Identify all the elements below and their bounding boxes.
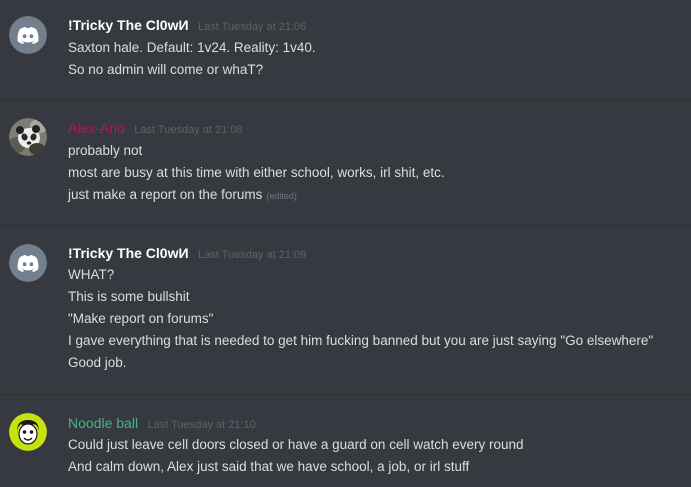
timestamp[interactable]: Last Tuesday at 21:09 — [198, 249, 306, 261]
message-line: WHAT? — [68, 267, 115, 282]
message-content: probably not most are busy at this time … — [68, 140, 445, 206]
message-content: Could just leave cell doors closed or ha… — [68, 434, 524, 478]
message-divider — [0, 100, 691, 101]
username[interactable]: !Tricky The Cl0wИ — [68, 245, 189, 261]
message-content: WHAT? This is some bullshit "Make report… — [68, 264, 653, 374]
message-header: !Tricky The Cl0wИ Last Tuesday at 21:06 — [68, 15, 306, 35]
message-line: "Make report on forums" — [68, 311, 214, 326]
message-line: This is some bullshit — [68, 289, 190, 304]
message-line: just make a report on the forums (edited) — [68, 184, 445, 206]
edited-label: (edited) — [266, 191, 297, 201]
message-header: Noodle ball Last Tuesday at 21:10 — [68, 413, 256, 433]
discord-logo-icon — [9, 16, 47, 54]
message-header: !Tricky The Cl0wИ Last Tuesday at 21:09 — [68, 243, 306, 263]
message-line: most are busy at this time with either s… — [68, 165, 445, 180]
message-line: And calm down, Alex just said that we ha… — [68, 459, 470, 474]
avatar[interactable] — [9, 118, 47, 156]
username[interactable]: Alex-Ario — [68, 120, 125, 136]
message-content: Saxton hale. Default: 1v24. Reality: 1v4… — [68, 37, 316, 81]
message-line: probably not — [68, 143, 143, 158]
avatar[interactable] — [9, 16, 47, 54]
message-line: I gave everything that is needed to get … — [68, 333, 654, 348]
panda-icon — [9, 118, 47, 156]
timestamp[interactable]: Last Tuesday at 21:06 — [198, 21, 306, 33]
timestamp[interactable]: Last Tuesday at 21:10 — [148, 419, 256, 431]
message-line: Good job. — [68, 355, 127, 370]
avatar[interactable] — [9, 244, 47, 282]
discord-logo-icon — [9, 244, 47, 282]
message-line: Saxton hale. Default: 1v24. Reality: 1v4… — [68, 40, 316, 55]
message-divider — [0, 394, 691, 395]
avatar[interactable] — [9, 413, 47, 451]
username[interactable]: Noodle ball — [68, 415, 138, 431]
timestamp[interactable]: Last Tuesday at 21:08 — [134, 124, 242, 136]
cartoon-face-icon — [9, 413, 47, 451]
message-line: Could just leave cell doors closed or ha… — [68, 437, 524, 452]
message-line: So no admin will come or whaT? — [68, 62, 264, 77]
username[interactable]: !Tricky The Cl0wИ — [68, 17, 189, 33]
message-text: just make a report on the forums — [68, 187, 263, 202]
message-header: Alex-Ario Last Tuesday at 21:08 — [68, 118, 243, 138]
message-divider — [0, 225, 691, 226]
